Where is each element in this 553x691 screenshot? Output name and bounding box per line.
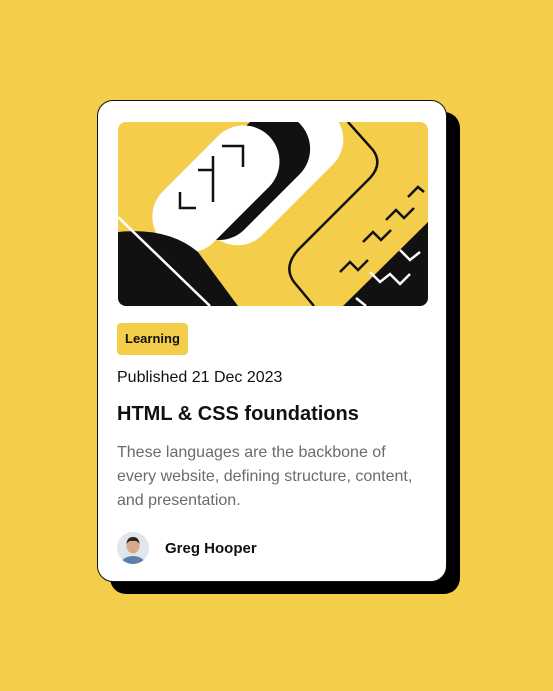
published-date: Published 21 Dec 2023 [117, 369, 283, 386]
category-tag: Learning [117, 323, 188, 355]
blog-preview-card: Learning Published 21 Dec 2023 HTML & CS… [97, 100, 447, 582]
author: Greg Hooper [117, 532, 257, 564]
hero-illustration [118, 122, 428, 306]
author-avatar [117, 532, 149, 564]
card-description: These languages are the backbone of ever… [117, 444, 413, 509]
card-title[interactable]: HTML & CSS foundations [117, 403, 359, 426]
author-name: Greg Hooper [165, 539, 257, 557]
